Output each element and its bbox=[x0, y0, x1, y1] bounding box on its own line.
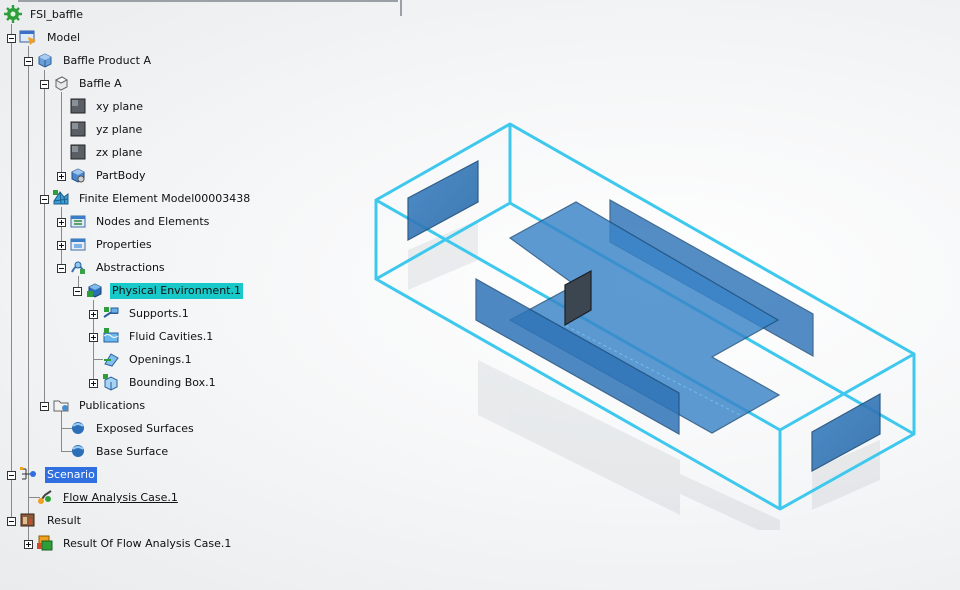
tree-label: Properties bbox=[96, 238, 152, 251]
collapse-toggle[interactable] bbox=[7, 471, 16, 480]
expand-toggle[interactable] bbox=[24, 540, 33, 549]
tree-label: Abstractions bbox=[96, 261, 165, 274]
expand-toggle[interactable] bbox=[89, 310, 98, 319]
openings-icon bbox=[104, 353, 119, 367]
tree-label: Publications bbox=[79, 399, 146, 412]
tree-line bbox=[11, 24, 12, 522]
plane-icon bbox=[70, 121, 86, 137]
scenario-icon bbox=[20, 467, 36, 480]
model-icon bbox=[19, 30, 36, 45]
fluid-cavity-icon bbox=[103, 328, 119, 343]
tree-line bbox=[44, 70, 45, 408]
collapse-toggle[interactable] bbox=[40, 402, 49, 411]
tree-label: Physical Environment.1 bbox=[110, 283, 243, 299]
collapse-toggle[interactable] bbox=[73, 287, 82, 296]
tree-label: Nodes and Elements bbox=[96, 215, 210, 228]
collapse-toggle[interactable] bbox=[40, 195, 49, 204]
tree-label: Flow Analysis Case.1 bbox=[63, 491, 178, 504]
tree-label: yz plane bbox=[96, 123, 143, 136]
3d-viewport[interactable] bbox=[350, 100, 930, 530]
partbody-icon bbox=[71, 168, 85, 183]
result-set-icon bbox=[37, 535, 53, 551]
expand-toggle[interactable] bbox=[89, 333, 98, 342]
tree-label: Baffle A bbox=[79, 77, 122, 90]
tree-label: Scenario bbox=[45, 467, 97, 483]
collapse-toggle[interactable] bbox=[7, 34, 16, 43]
collapse-toggle[interactable] bbox=[24, 57, 33, 66]
tree-label: Model bbox=[47, 31, 81, 44]
baffle-plates bbox=[407, 160, 881, 473]
expand-toggle[interactable] bbox=[57, 241, 66, 250]
expand-toggle[interactable] bbox=[89, 379, 98, 388]
tree-line bbox=[61, 92, 62, 178]
tree-line bbox=[61, 410, 62, 452]
product-icon bbox=[38, 53, 52, 68]
tree-label: Baffle Product A bbox=[63, 54, 151, 67]
tree-label: PartBody bbox=[96, 169, 146, 182]
expand-toggle[interactable] bbox=[57, 218, 66, 227]
expand-toggle[interactable] bbox=[57, 172, 66, 181]
tree-label: Exposed Surfaces bbox=[96, 422, 194, 435]
abstractions-icon bbox=[71, 261, 85, 274]
tree-label: xy plane bbox=[96, 100, 144, 113]
plane-icon bbox=[70, 144, 86, 160]
tree-label: Finite Element Model00003438 bbox=[79, 192, 251, 205]
result-icon bbox=[20, 513, 35, 527]
analysis-case-icon bbox=[38, 490, 52, 504]
tree-label: Supports.1 bbox=[129, 307, 189, 320]
collapse-toggle[interactable] bbox=[57, 264, 66, 273]
surface-icon bbox=[72, 445, 84, 457]
gear-icon bbox=[4, 5, 22, 23]
surface-icon bbox=[72, 422, 84, 434]
folder-icon bbox=[53, 400, 69, 412]
tree-line bbox=[61, 207, 62, 271]
tree-label: Base Surface bbox=[96, 445, 169, 458]
properties-icon bbox=[70, 238, 86, 251]
supports-icon bbox=[103, 307, 119, 318]
fem-icon bbox=[53, 190, 69, 205]
tree-label: zx plane bbox=[96, 146, 143, 159]
collapse-toggle[interactable] bbox=[7, 517, 16, 526]
tree-label: Fluid Cavities.1 bbox=[129, 330, 214, 343]
mesh-icon bbox=[70, 215, 86, 228]
tree-label: Result Of Flow Analysis Case.1 bbox=[63, 537, 232, 550]
panel-border bbox=[400, 0, 402, 16]
bounding-box-icon bbox=[103, 374, 118, 391]
tree-label: Bounding Box.1 bbox=[129, 376, 216, 389]
tree-label: Result bbox=[47, 514, 81, 527]
tree-label: Openings.1 bbox=[129, 353, 192, 366]
tree-label: FSI_baffle bbox=[30, 8, 83, 21]
part-icon bbox=[54, 76, 69, 91]
plane-icon bbox=[70, 98, 86, 114]
panel-border bbox=[18, 0, 398, 2]
collapse-toggle[interactable] bbox=[40, 80, 49, 89]
environment-icon bbox=[87, 283, 102, 298]
